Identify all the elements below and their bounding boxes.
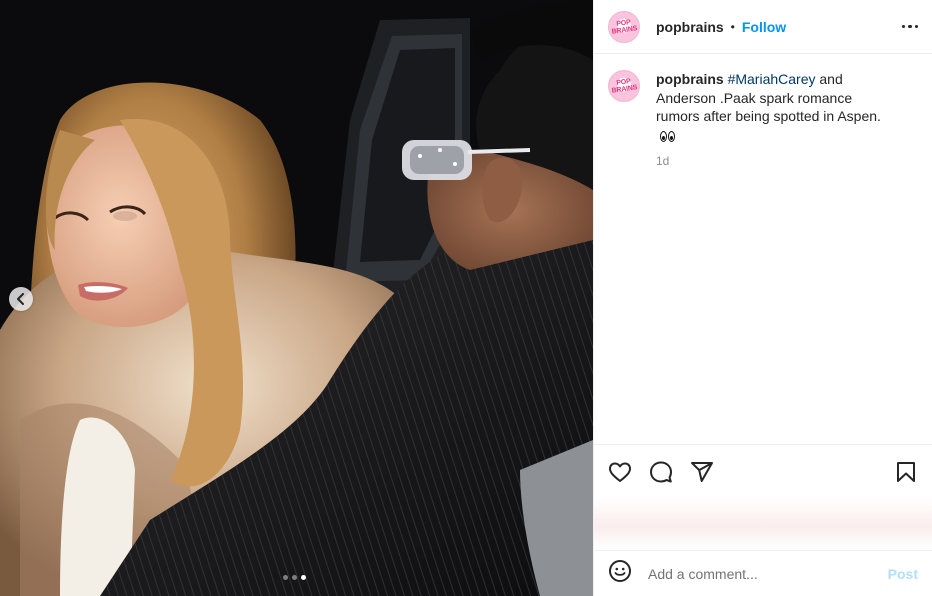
more-options-icon[interactable]: [901, 21, 918, 33]
bookmark-icon[interactable]: [894, 460, 918, 484]
caption-area: POP BRAINS popbrains #MariahCarey and An…: [594, 54, 932, 444]
eyes-emoji-icon: [660, 130, 675, 142]
post-comment-button[interactable]: Post: [888, 566, 918, 582]
separator-dot: •: [730, 19, 735, 34]
post-photo: [0, 0, 593, 596]
heart-icon[interactable]: [608, 460, 632, 484]
post-header: POP BRAINS popbrains • Follow: [594, 0, 932, 54]
carousel-dot-active: [301, 575, 306, 580]
avatar-logo-text: POP BRAINS: [611, 18, 638, 36]
comment-bar: Post: [594, 550, 932, 596]
hashtag-link[interactable]: #MariahCarey: [728, 71, 816, 87]
caption-avatar[interactable]: POP BRAINS: [608, 70, 640, 102]
username-link[interactable]: popbrains: [656, 19, 724, 35]
emoji-icon[interactable]: [608, 559, 632, 588]
post-media[interactable]: [0, 0, 593, 596]
comment-icon[interactable]: [649, 460, 673, 484]
avatar[interactable]: POP BRAINS: [608, 10, 640, 43]
caption-username[interactable]: popbrains: [656, 71, 724, 87]
post-timestamp[interactable]: 1d: [656, 154, 896, 168]
share-icon[interactable]: [690, 460, 714, 484]
carousel-dot: [283, 575, 288, 580]
follow-button[interactable]: Follow: [742, 19, 786, 35]
instagram-post: POP BRAINS popbrains • Follow POP BRAINS…: [0, 0, 932, 596]
post-sidebar: POP BRAINS popbrains • Follow POP BRAINS…: [593, 0, 932, 596]
comment-input[interactable]: [646, 564, 888, 583]
caption: POP BRAINS popbrains #MariahCarey and An…: [608, 70, 918, 168]
action-bar: [594, 444, 932, 498]
carousel-prev-button[interactable]: [9, 287, 33, 311]
chevron-left-icon: [17, 293, 24, 305]
likes-area: [594, 498, 932, 550]
carousel-dot: [292, 575, 297, 580]
carousel-indicators: [283, 575, 306, 580]
caption-text: popbrains #MariahCarey and Anderson .Paa…: [656, 70, 896, 144]
avatar-logo-text: POP BRAINS: [611, 78, 638, 95]
